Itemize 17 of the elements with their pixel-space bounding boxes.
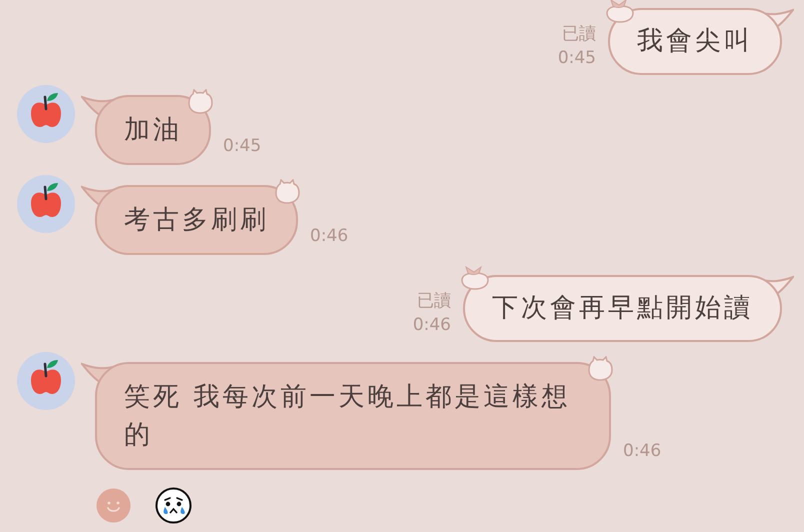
message-text: 我會尖叫 (637, 25, 753, 58)
smiley-icon[interactable] (96, 488, 131, 523)
crying-face-icon[interactable] (155, 487, 192, 524)
avatar-icon[interactable] (17, 175, 75, 233)
message-time: 0:46 (623, 440, 662, 462)
message-text: 加油 (124, 114, 182, 147)
message-text: 考古多刷刷 (124, 204, 269, 237)
message-text: 下次會再早點開始讀 (492, 292, 753, 325)
read-receipt: 已讀 (562, 23, 596, 46)
message-time: 0:46 (412, 314, 451, 337)
message-time: 0:45 (558, 47, 596, 70)
message-text: 笑死 我每次前一天晚上都是這樣想的 (124, 381, 572, 452)
message-time: 0:45 (223, 134, 262, 158)
avatar-icon[interactable] (17, 85, 75, 143)
read-receipt: 已讀 (417, 290, 451, 313)
avatar-icon[interactable] (17, 352, 75, 410)
message-time: 0:46 (310, 224, 348, 248)
